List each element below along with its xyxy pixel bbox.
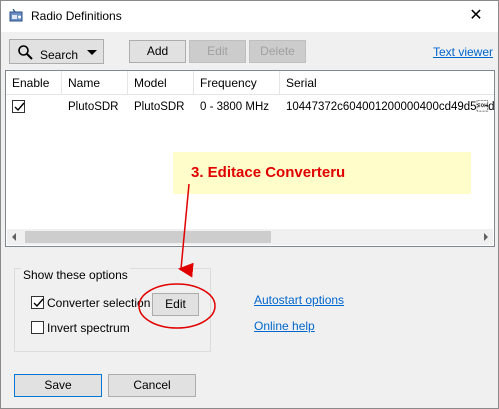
- options-group-label: Show these options: [21, 268, 130, 282]
- cell-serial: 10447372c604001200000400cd49d5d: [286, 101, 494, 113]
- column-header-serial[interactable]: Serial: [280, 71, 494, 95]
- scroll-right-icon[interactable]: [484, 233, 488, 241]
- radio-definitions-window: Radio Definitions ✕ Search Add Edit Dele…: [0, 0, 499, 409]
- close-button[interactable]: ✕: [468, 7, 484, 25]
- cell-name: PlutoSDR: [68, 101, 119, 113]
- app-icon: [9, 9, 23, 22]
- checkmark-icon: [33, 298, 44, 308]
- table-header: Enable Name Model Frequency Serial: [6, 71, 494, 95]
- online-help-link[interactable]: Online help: [254, 319, 315, 333]
- search-button[interactable]: Search: [9, 39, 104, 64]
- edit-button[interactable]: Edit: [189, 40, 246, 63]
- invert-spectrum-label: Invert spectrum: [47, 321, 130, 335]
- add-button[interactable]: Add: [129, 40, 186, 63]
- cell-model: PlutoSDR: [134, 101, 185, 113]
- horizontal-scrollbar[interactable]: [7, 229, 493, 245]
- column-header-enable[interactable]: Enable: [6, 71, 62, 95]
- converter-selection-checkbox[interactable]: [31, 296, 44, 309]
- title-bar: Radio Definitions ✕: [1, 1, 498, 32]
- search-icon: [18, 45, 33, 60]
- cancel-button[interactable]: Cancel: [108, 374, 196, 397]
- save-button[interactable]: Save: [14, 374, 102, 397]
- window-title: Radio Definitions: [31, 9, 122, 23]
- scroll-left-icon[interactable]: [12, 233, 16, 241]
- cell-frequency: 0 - 3800 MHz: [200, 101, 270, 113]
- column-header-name[interactable]: Name: [62, 71, 128, 95]
- autostart-options-link[interactable]: Autostart options: [254, 293, 344, 307]
- delete-button[interactable]: Delete: [249, 40, 306, 63]
- invert-spectrum-checkbox[interactable]: [31, 321, 44, 334]
- annotation-text: 3. Editace Converteru: [191, 164, 346, 181]
- converter-selection-label: Converter selection: [47, 296, 151, 310]
- text-viewer-link[interactable]: Text viewer: [433, 45, 493, 59]
- table-row[interactable]: PlutoSDR PlutoSDR 0 - 3800 MHz 10447372c…: [6, 96, 494, 118]
- annotation-callout: 3. Editace Converteru: [173, 152, 471, 194]
- scrollbar-thumb[interactable]: [25, 231, 271, 243]
- search-label: Search: [40, 48, 79, 62]
- converter-edit-button[interactable]: Edit: [152, 293, 199, 316]
- checkmark-icon: [14, 102, 25, 112]
- column-header-model[interactable]: Model: [128, 71, 194, 95]
- chevron-down-icon[interactable]: [87, 50, 97, 55]
- enable-checkbox[interactable]: [12, 100, 25, 113]
- column-header-frequency[interactable]: Frequency: [194, 71, 280, 95]
